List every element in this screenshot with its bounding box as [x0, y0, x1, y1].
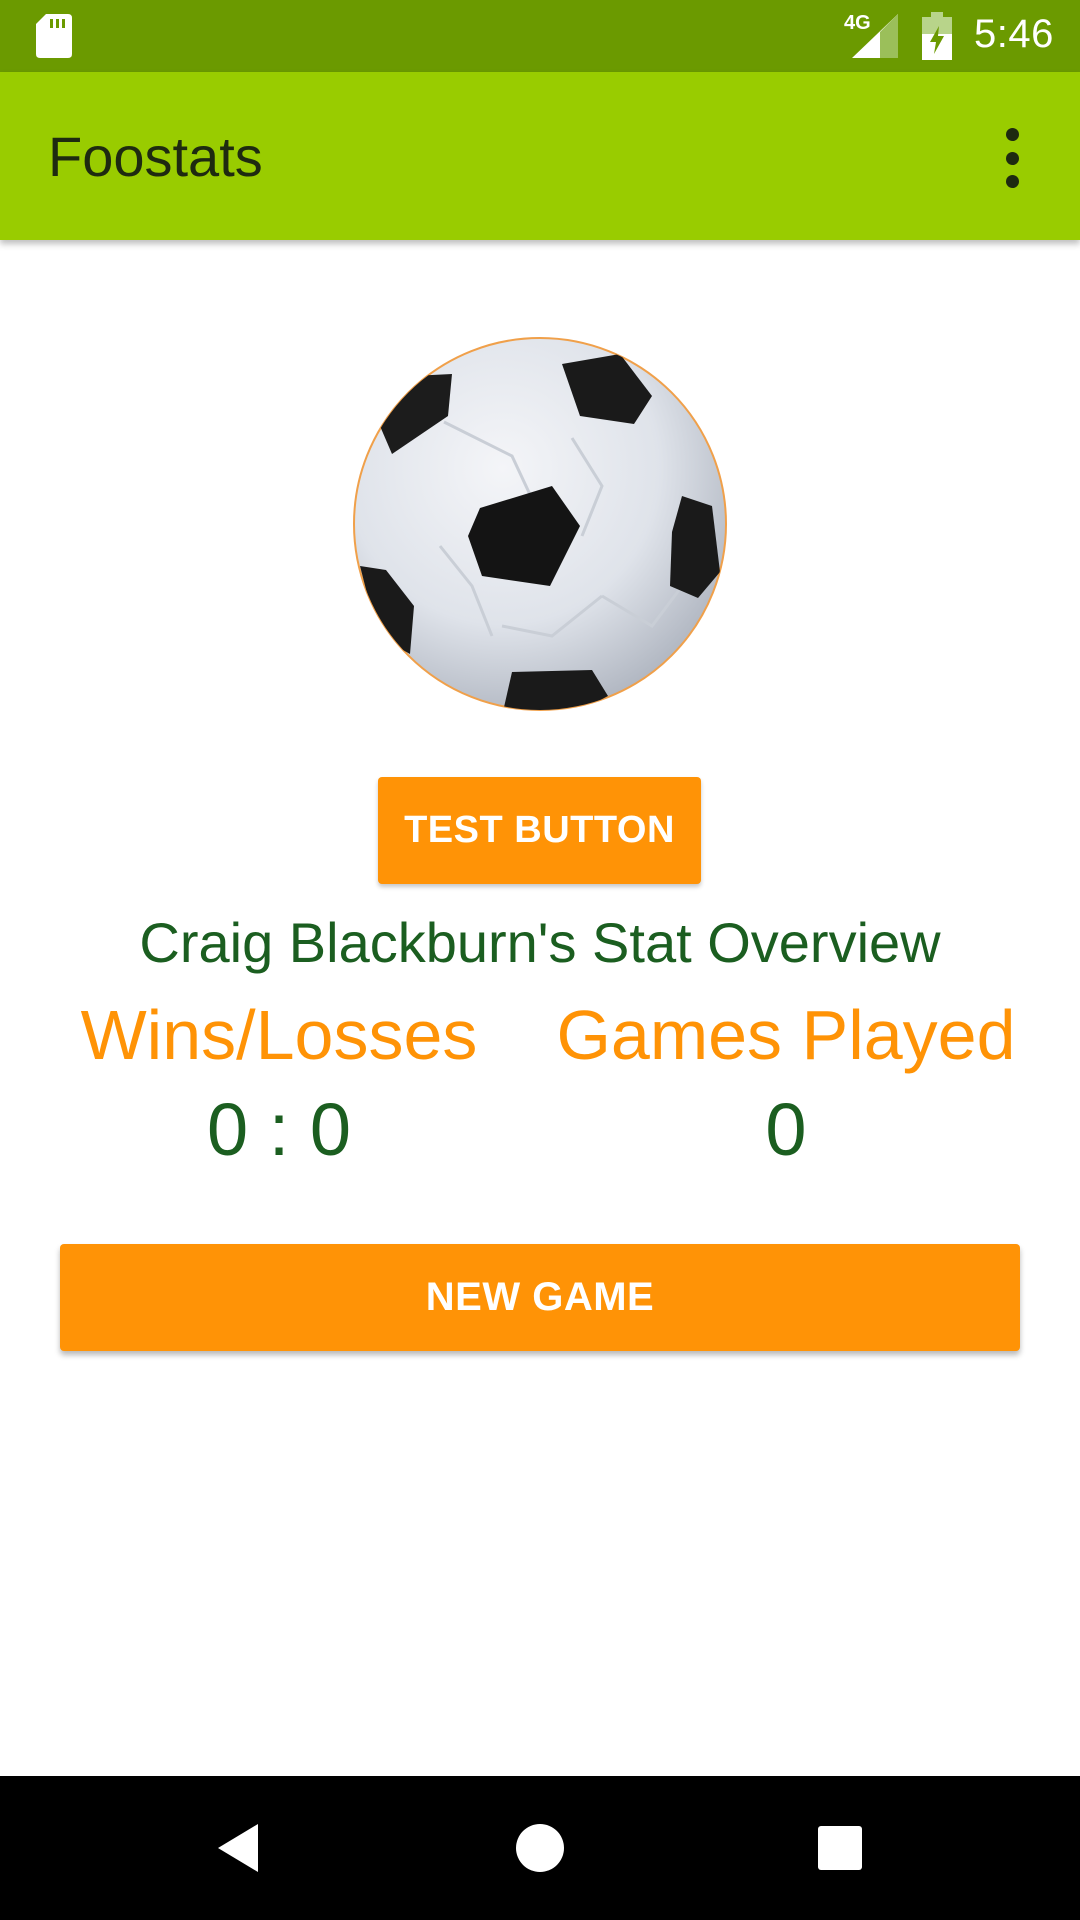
overflow-dot — [1005, 128, 1019, 141]
overflow-dot — [1005, 151, 1019, 165]
sd-card-icon — [36, 14, 72, 58]
clock: 5:46 — [974, 12, 1054, 56]
signal-icon — [852, 14, 898, 58]
more-vert-icon[interactable] — [990, 122, 1034, 194]
new-game-button[interactable]: NEW GAME — [60, 1244, 1020, 1351]
navigation-bar — [0, 1776, 1080, 1920]
status-bar: 4G 5:46 — [0, 0, 1080, 72]
wins-losses-label: Wins/Losses — [80, 996, 478, 1074]
wins-losses-stat: Wins/Losses 0 : 0 — [24, 995, 564, 1173]
screen: 4G 5:46 Foostats TEST BUTTON Craig Black… — [0, 0, 1080, 1920]
overflow-dot — [1005, 175, 1019, 188]
games-played-stat: Games Played 0 — [516, 995, 1056, 1173]
wins-losses-value: 0 : 0 — [207, 1088, 351, 1171]
recents-icon[interactable] — [804, 1812, 876, 1884]
battery-charging-icon — [922, 12, 952, 60]
app-title: Foostats — [48, 125, 263, 188]
soccer-ball-image — [352, 336, 728, 712]
stat-overview-title: Craig Blackburn's Stat Overview — [139, 911, 941, 974]
games-played-value: 0 — [765, 1088, 807, 1171]
app-bar: Foostats — [0, 72, 1080, 240]
home-icon[interactable] — [504, 1812, 576, 1884]
games-played-label: Games Played — [556, 996, 1016, 1074]
back-icon[interactable] — [204, 1812, 276, 1884]
test-button[interactable]: TEST BUTTON — [378, 777, 701, 884]
